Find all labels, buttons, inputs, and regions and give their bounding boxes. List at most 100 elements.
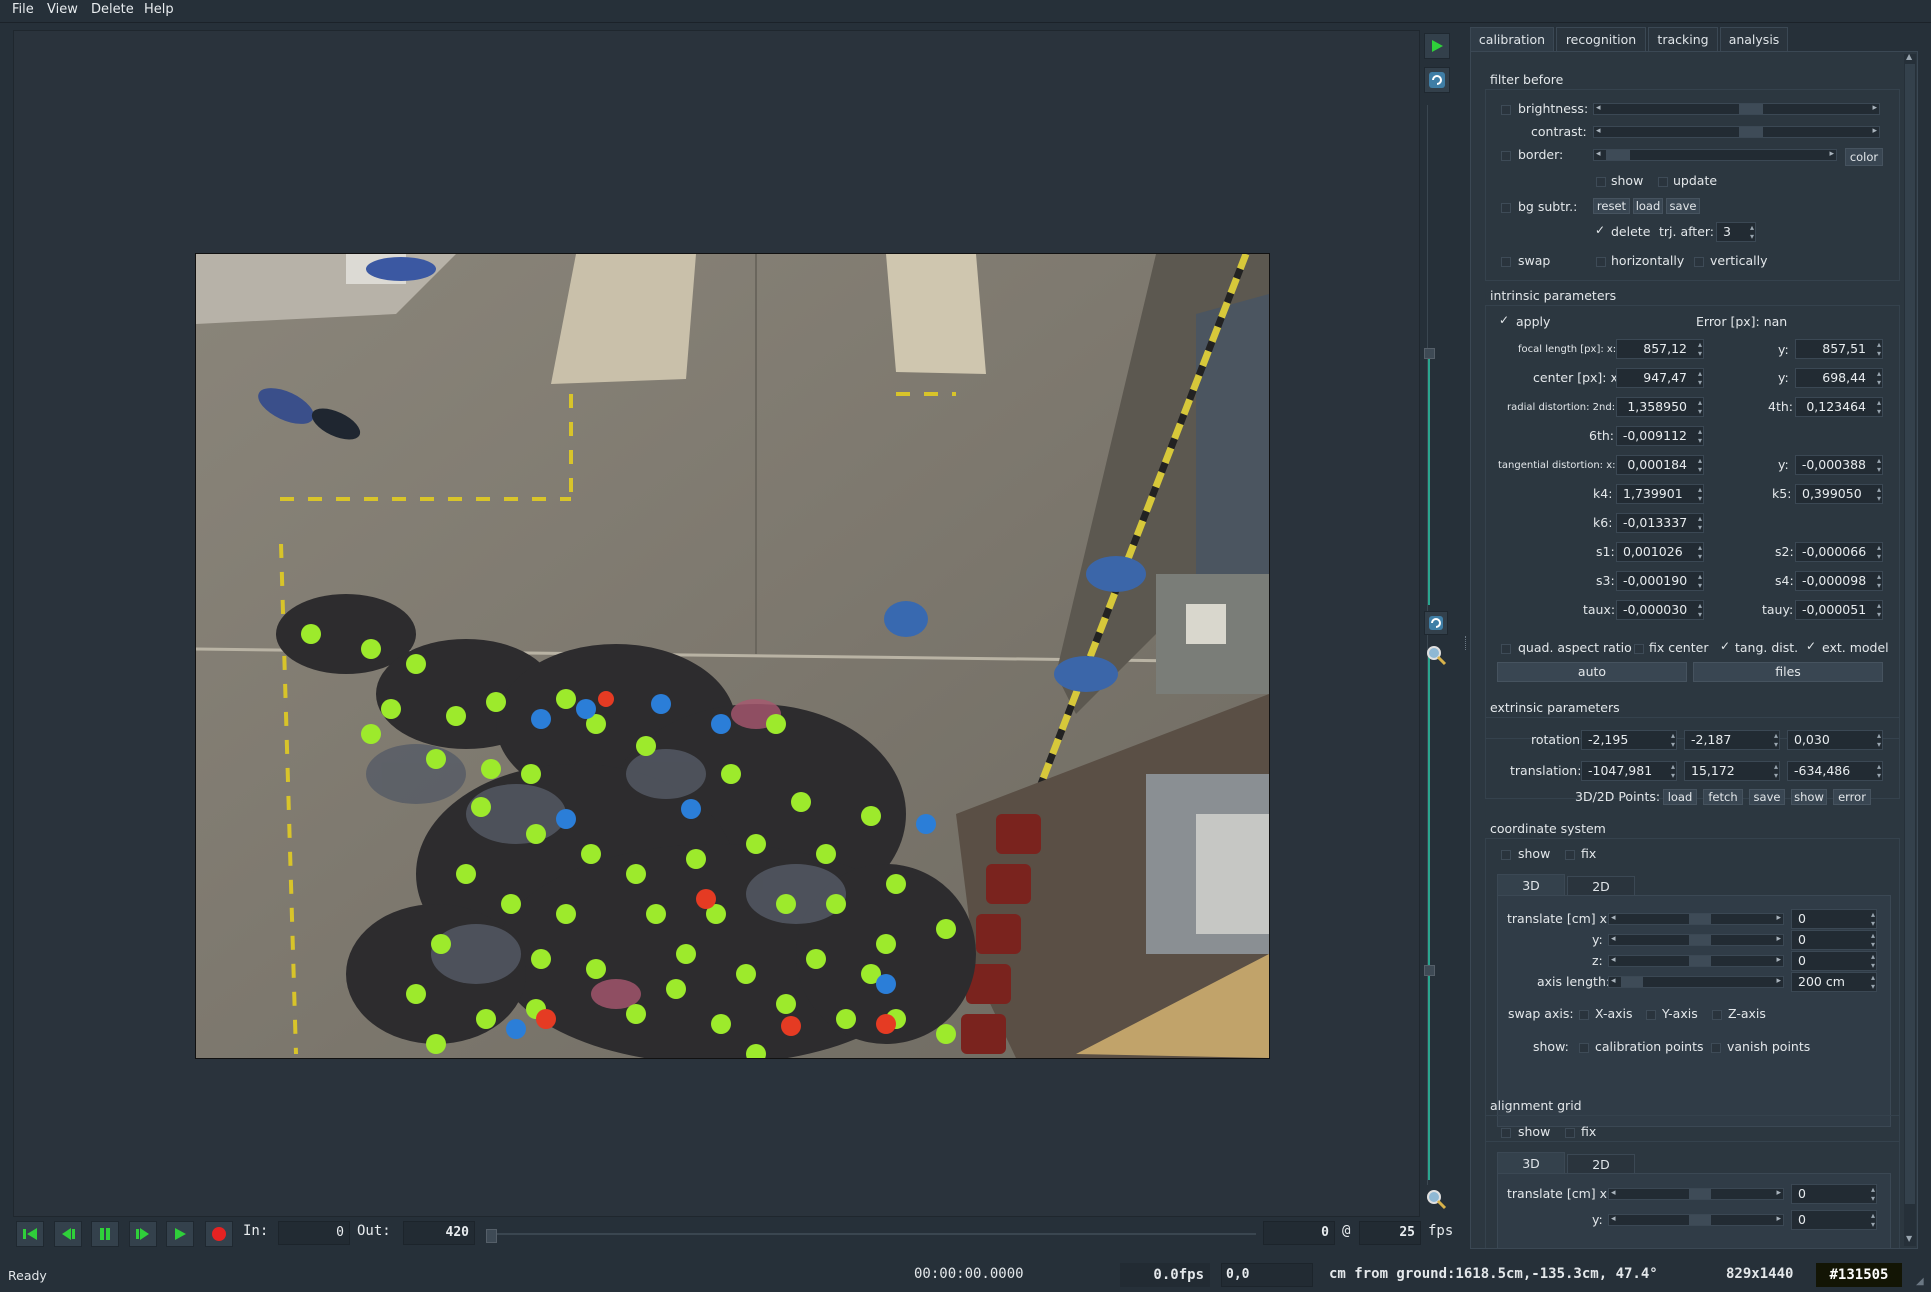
- bg-load-button[interactable]: load: [1633, 198, 1663, 214]
- axis-length-spinbox[interactable]: 200 cm: [1791, 972, 1877, 992]
- current-frame-field[interactable]: 0: [1263, 1221, 1335, 1245]
- menu-view[interactable]: View: [47, 2, 78, 17]
- swap-horizontally-checkbox[interactable]: [1596, 257, 1606, 267]
- coord-show-checkbox[interactable]: [1501, 850, 1511, 860]
- coord-tab-3d[interactable]: 3D: [1497, 874, 1565, 896]
- k4-spinbox[interactable]: 1,739901: [1616, 484, 1704, 504]
- play-button[interactable]: [166, 1221, 194, 1247]
- radial-2nd-spinbox[interactable]: 1,358950: [1616, 397, 1704, 417]
- coord-translate-y-spinbox[interactable]: 0: [1791, 930, 1877, 950]
- grid-translate-y-spinbox[interactable]: 0: [1791, 1210, 1877, 1230]
- ext-model-checkbox[interactable]: ✓: [1806, 640, 1816, 652]
- grid-tab-2d[interactable]: 2D: [1567, 1154, 1635, 1174]
- bg-delete-checkbox[interactable]: ✓: [1595, 224, 1605, 236]
- taux-spinbox[interactable]: -0,000030: [1616, 600, 1704, 620]
- refresh-zoom-button[interactable]: [1424, 611, 1448, 635]
- auto-button[interactable]: auto: [1497, 662, 1687, 682]
- grid-translate-y-slider[interactable]: ◂ ▸: [1608, 1214, 1784, 1226]
- refresh-view-button[interactable]: [1424, 67, 1450, 93]
- swap-checkbox[interactable]: [1501, 257, 1511, 267]
- swap-z-axis-checkbox[interactable]: [1712, 1010, 1722, 1020]
- menu-help[interactable]: Help: [144, 2, 174, 17]
- grid-translate-x-spinbox[interactable]: 0: [1791, 1184, 1877, 1204]
- pause-button[interactable]: [91, 1221, 119, 1247]
- video-viewport[interactable]: [13, 30, 1420, 1217]
- panel-scrollbar[interactable]: ▲ ▼: [1904, 52, 1916, 1246]
- step-back-button[interactable]: [54, 1221, 82, 1247]
- video-frame[interactable]: [195, 253, 1270, 1059]
- zoom-button[interactable]: [1424, 643, 1448, 667]
- swap-y-axis-checkbox[interactable]: [1646, 1010, 1656, 1020]
- bg-subtr-checkbox[interactable]: [1501, 203, 1511, 213]
- coord-translate-z-slider[interactable]: ◂ ▸: [1608, 955, 1784, 967]
- bg-update-checkbox[interactable]: [1658, 177, 1668, 187]
- border-slider[interactable]: ◂ ▸: [1593, 149, 1837, 161]
- menu-file[interactable]: File: [12, 2, 34, 17]
- points-fetch-button[interactable]: fetch: [1703, 789, 1743, 805]
- center-x-spinbox[interactable]: 947,47: [1616, 368, 1704, 388]
- brightness-slider[interactable]: ◂ ▸: [1593, 103, 1880, 115]
- rotation-x-spinbox[interactable]: -2,195: [1581, 730, 1677, 750]
- coord-translate-y-slider[interactable]: ◂ ▸: [1608, 934, 1784, 946]
- border-color-button[interactable]: color: [1845, 148, 1883, 166]
- scrollbar-thumb[interactable]: [1905, 64, 1915, 1204]
- points-error-button[interactable]: error: [1833, 789, 1871, 805]
- tab-calibration[interactable]: calibration: [1470, 27, 1554, 51]
- border-checkbox[interactable]: [1501, 151, 1511, 161]
- coord-fix-checkbox[interactable]: [1565, 850, 1575, 860]
- vanish-points-checkbox[interactable]: [1711, 1043, 1721, 1053]
- files-button[interactable]: files: [1693, 662, 1883, 682]
- coord-translate-z-spinbox[interactable]: 0: [1791, 951, 1877, 971]
- tang-y-spinbox[interactable]: -0,000388: [1795, 455, 1883, 475]
- tab-tracking[interactable]: tracking: [1648, 27, 1718, 51]
- rotation-y-spinbox[interactable]: -2,187: [1684, 730, 1780, 750]
- coord-translate-x-slider[interactable]: ◂ ▸: [1608, 913, 1784, 925]
- s4-spinbox[interactable]: -0,000098: [1795, 571, 1883, 591]
- apply-checkbox[interactable]: ✓: [1499, 314, 1509, 326]
- zoom-slider-handle[interactable]: [1424, 348, 1435, 359]
- focal-x-spinbox[interactable]: 857,12: [1616, 339, 1704, 359]
- play-recognition-button[interactable]: [1424, 33, 1450, 59]
- tab-recognition[interactable]: recognition: [1556, 27, 1646, 51]
- out-frame-field[interactable]: 420: [403, 1221, 475, 1245]
- bg-show-checkbox[interactable]: [1596, 177, 1606, 187]
- frame-slider-track[interactable]: [486, 1233, 1256, 1235]
- record-button[interactable]: [205, 1221, 233, 1247]
- in-frame-field[interactable]: 0: [278, 1221, 350, 1245]
- scroll-up-icon[interactable]: ▲: [1906, 52, 1912, 61]
- tang-dist-checkbox[interactable]: ✓: [1720, 640, 1730, 652]
- translation-z-spinbox[interactable]: -634,486: [1787, 761, 1883, 781]
- status-position-field[interactable]: 0,0: [1221, 1263, 1313, 1287]
- bg-save-button[interactable]: save: [1666, 198, 1700, 214]
- k6-spinbox[interactable]: -0,013337: [1616, 513, 1704, 533]
- resize-grip-icon[interactable]: ◢: [1916, 1276, 1924, 1287]
- zoom-out-button[interactable]: [1424, 1187, 1448, 1211]
- grid-translate-x-slider[interactable]: ◂ ▸: [1608, 1188, 1784, 1200]
- calibration-points-checkbox[interactable]: [1579, 1043, 1589, 1053]
- s1-spinbox[interactable]: 0,001026: [1616, 542, 1704, 562]
- frame-slider-handle[interactable]: [486, 1229, 497, 1243]
- skip-to-start-button[interactable]: [16, 1221, 44, 1247]
- brightness-checkbox[interactable]: [1501, 105, 1511, 115]
- bg-reset-button[interactable]: reset: [1593, 198, 1630, 214]
- points-load-button[interactable]: load: [1663, 789, 1697, 805]
- translation-y-spinbox[interactable]: 15,172: [1684, 761, 1780, 781]
- trj-after-spinbox[interactable]: 3: [1716, 222, 1756, 242]
- coord-tab-2d[interactable]: 2D: [1567, 876, 1635, 896]
- translation-x-spinbox[interactable]: -1047,981: [1581, 761, 1677, 781]
- scroll-down-icon[interactable]: ▼: [1906, 1234, 1912, 1243]
- points-save-button[interactable]: save: [1749, 789, 1785, 805]
- s3-spinbox[interactable]: -0,000190: [1616, 571, 1704, 591]
- radial-6th-spinbox[interactable]: -0,009112: [1616, 426, 1704, 446]
- s2-spinbox[interactable]: -0,000066: [1795, 542, 1883, 562]
- k5-spinbox[interactable]: 0,399050: [1795, 484, 1883, 504]
- tauy-spinbox[interactable]: -0,000051: [1795, 600, 1883, 620]
- fps-field[interactable]: 25: [1359, 1221, 1421, 1245]
- tab-analysis[interactable]: analysis: [1720, 27, 1788, 51]
- rotate-slider-handle[interactable]: [1424, 965, 1435, 976]
- swap-x-axis-checkbox[interactable]: [1579, 1010, 1589, 1020]
- fix-center-checkbox[interactable]: [1634, 644, 1644, 654]
- swap-vertically-checkbox[interactable]: [1694, 257, 1704, 267]
- tang-x-spinbox[interactable]: 0,000184: [1616, 455, 1704, 475]
- axis-length-slider[interactable]: ◂ ▸: [1608, 976, 1784, 988]
